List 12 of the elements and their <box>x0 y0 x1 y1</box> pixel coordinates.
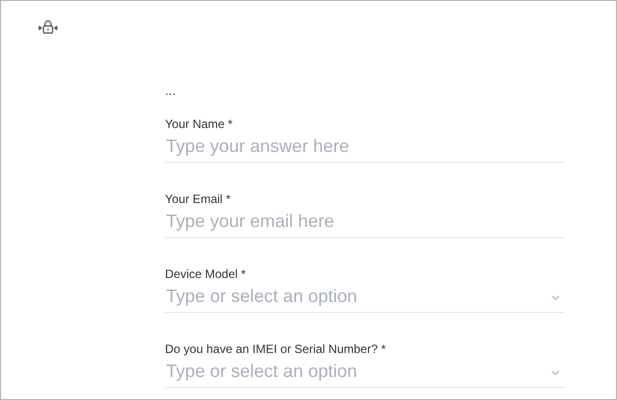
lock-icon <box>37 20 59 34</box>
select-field[interactable]: Type or select an option <box>165 281 565 313</box>
field-label: Device Model * <box>165 267 246 281</box>
field-label: Your Email * <box>165 192 231 206</box>
field-label: Your Name * <box>165 117 233 131</box>
field-label: Do you have an IMEI or Serial Number? * <box>165 342 386 356</box>
ellipsis-text: ... <box>165 83 176 99</box>
input-field[interactable]: Type your email here <box>165 206 565 238</box>
select-field[interactable]: Type or select an option <box>165 356 565 388</box>
chevron-down-icon[interactable] <box>551 370 560 376</box>
chevron-down-icon[interactable] <box>551 295 560 301</box>
input-field[interactable]: Type your answer here <box>165 131 565 163</box>
